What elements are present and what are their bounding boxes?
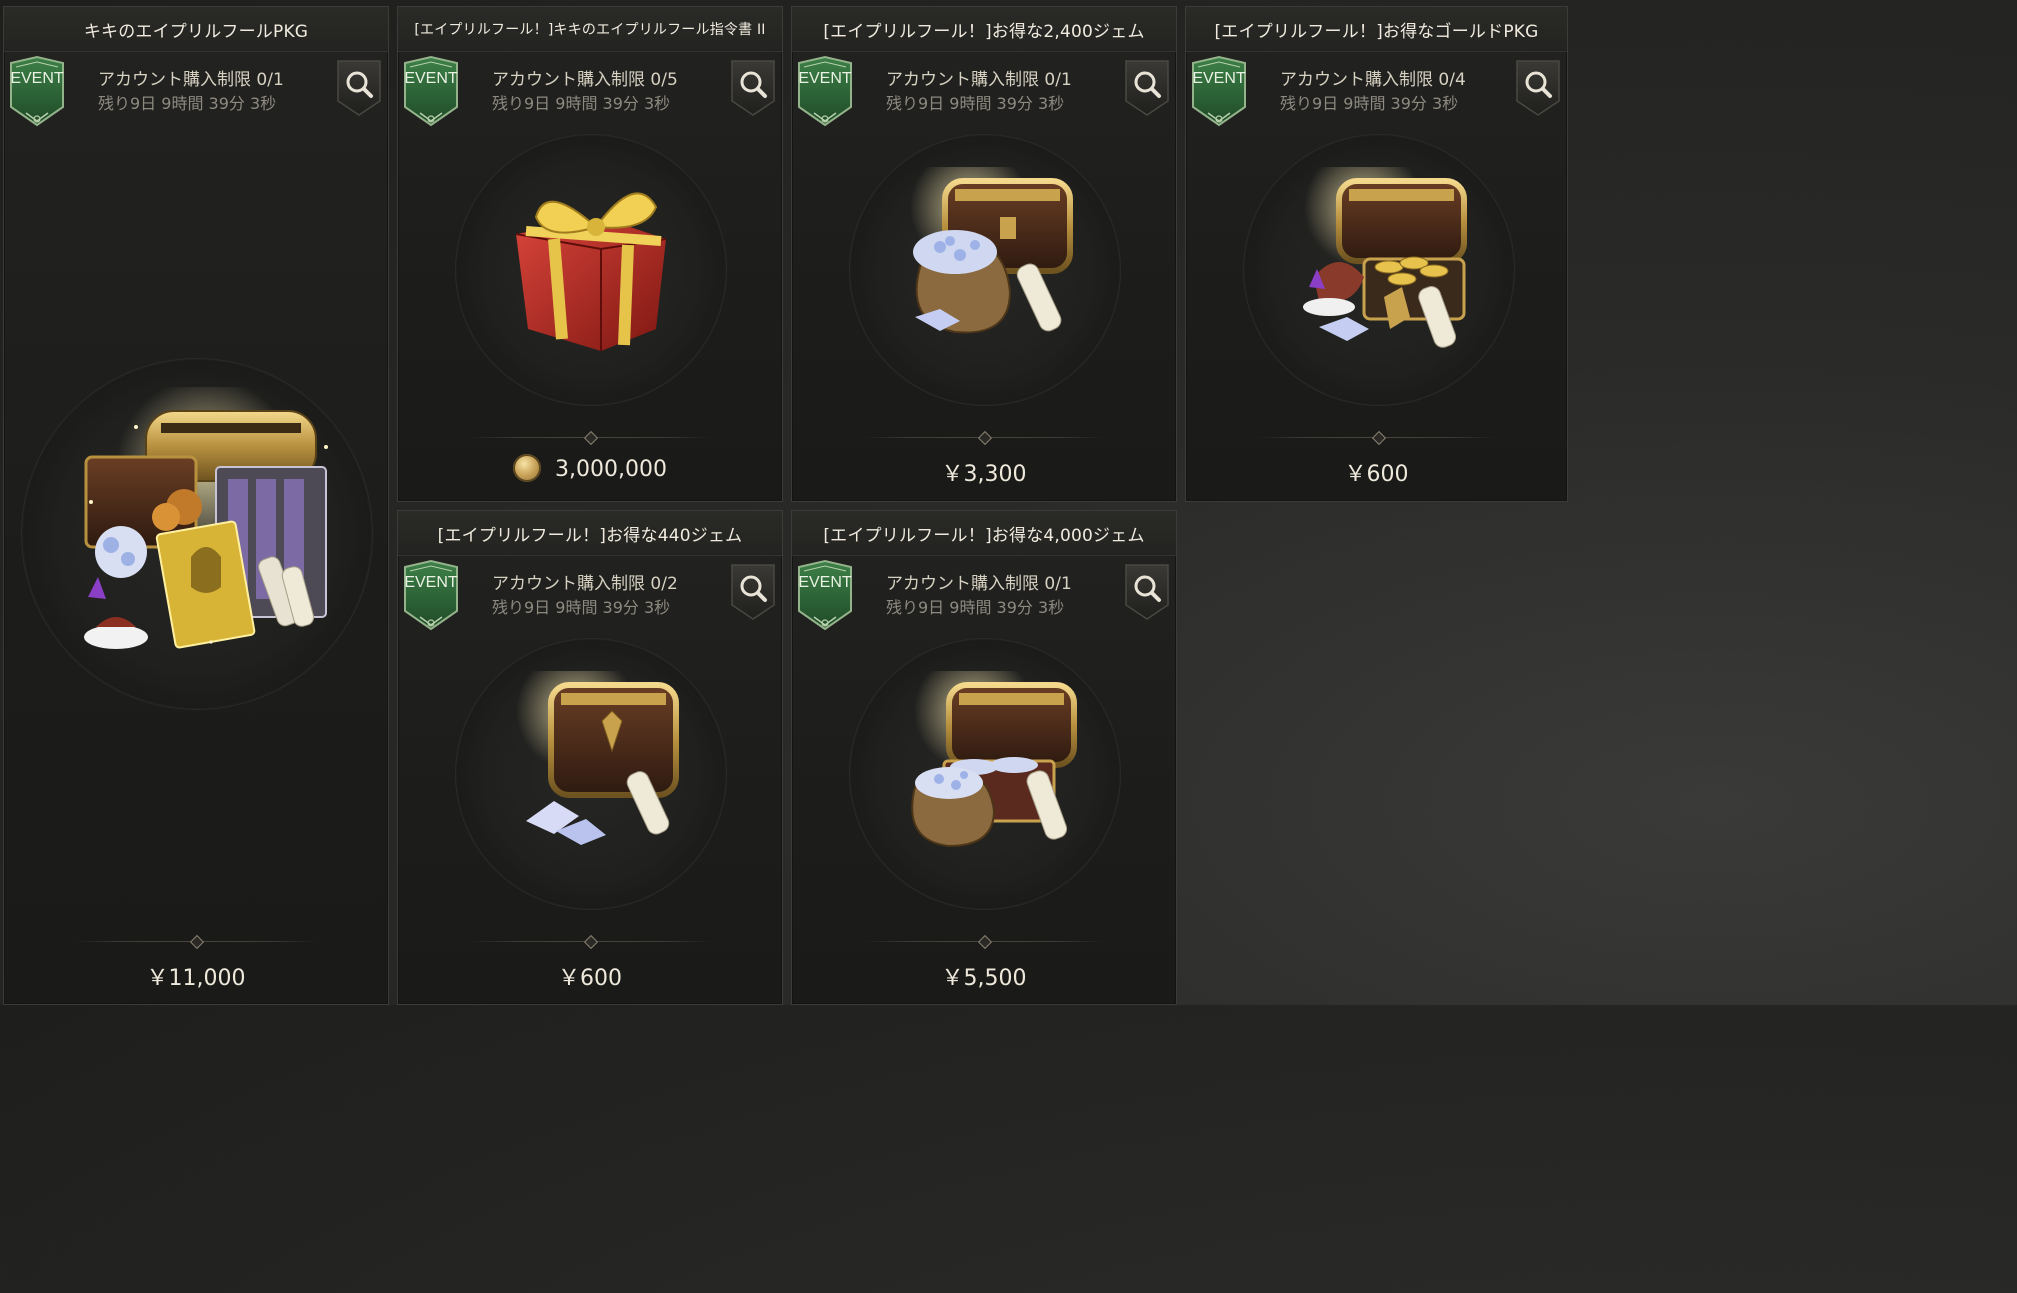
event-badge-label: EVENT (798, 70, 852, 87)
remaining-time: 残り9日 9時間 39分 3秒 (886, 94, 1065, 113)
event-badge (796, 559, 854, 635)
product-title: [エイプリルフール！]お得なゴールドPKG (1186, 7, 1567, 52)
price-label: ￥5,500 (941, 966, 1027, 991)
product-title: [エイプリルフール！]お得な440ジェム (398, 511, 782, 556)
product-title: [エイプリルフール！]キキのエイプリルフール指令書 II (398, 7, 782, 52)
purchase-limit: アカウント購入制限 0/1 (886, 574, 1072, 594)
divider-ornament (977, 934, 993, 950)
event-badge-label: EVENT (798, 574, 852, 591)
search-icon[interactable] (730, 563, 776, 621)
event-badge (1190, 55, 1248, 131)
gift-box-icon (515, 192, 667, 351)
remaining-time: 残り9日 9時間 39分 3秒 (1280, 94, 1459, 113)
price-label: 3,000,000 (398, 454, 782, 484)
treasure-chest-gems-icon (910, 167, 1073, 334)
purchase-limit: アカウント購入制限 0/2 (492, 574, 678, 594)
price-label: ￥600 (1344, 462, 1409, 487)
divider-ornament (1371, 430, 1387, 446)
treasure-chest-gems-icon (516, 671, 679, 845)
purchase-limit: アカウント購入制限 0/1 (886, 70, 1072, 90)
divider-ornament (583, 430, 599, 446)
purchase-limit: アカウント購入制限 0/5 (492, 70, 678, 90)
remaining-time: 残り9日 9時間 39分 3秒 (98, 94, 277, 113)
search-icon[interactable] (1124, 563, 1170, 621)
event-badge-label: EVENT (1192, 70, 1246, 87)
divider-ornament (189, 934, 205, 950)
treasure-chest-gold-icon (1303, 167, 1467, 348)
product-card[interactable]: [エイプリルフール！]お得な4,000ジェム EVENT アカウント購入制限 0… (791, 510, 1177, 1005)
gold-coin-icon (513, 454, 542, 482)
product-card[interactable]: [エイプリルフール！]お得なゴールドPKG EVENT アカウント購入制限 0/… (1185, 6, 1568, 502)
product-card[interactable]: [エイプリルフール！]お得な440ジェム EVENT アカウント購入制限 0/2… (397, 510, 783, 1005)
treasure-chest-gems-icon (911, 671, 1077, 848)
product-title: [エイプリルフール！]お得な2,400ジェム (792, 7, 1176, 52)
event-badge (402, 55, 460, 131)
remaining-time: 残り9日 9時間 39分 3秒 (492, 598, 671, 617)
divider-ornament (977, 430, 993, 446)
product-card[interactable]: [エイプリルフール！]お得な2,400ジェム EVENT アカウント購入制限 0… (791, 6, 1177, 502)
purchase-limit: アカウント購入制限 0/4 (1280, 70, 1466, 90)
price-label: ￥11,000 (146, 966, 246, 991)
purchase-limit: アカウント購入制限 0/1 (98, 70, 284, 90)
divider-ornament (583, 934, 599, 950)
price-label: ￥600 (558, 966, 622, 991)
price-value: 3,000,000 (555, 457, 667, 482)
remaining-time: 残り9日 9時間 39分 3秒 (492, 94, 671, 113)
event-badge (8, 55, 66, 131)
event-badge-label: EVENT (404, 574, 458, 591)
search-icon[interactable] (336, 59, 382, 117)
package-bundle-icon (84, 387, 328, 649)
search-icon[interactable] (1515, 59, 1561, 117)
remaining-time: 残り9日 9時間 39分 3秒 (886, 598, 1065, 617)
event-badge (796, 55, 854, 131)
search-icon[interactable] (730, 59, 776, 117)
product-title: [エイプリルフール！]お得な4,000ジェム (792, 511, 1176, 556)
event-badge-label: EVENT (404, 70, 458, 87)
price-label: ￥3,300 (941, 462, 1027, 487)
product-card[interactable]: キキのエイプリルフールPKG EVENT アカウント購入制限 0/1 残り9日 … (3, 6, 389, 1005)
event-badge-label: EVENT (10, 70, 64, 87)
event-badge (402, 559, 460, 635)
product-title: キキのエイプリルフールPKG (4, 7, 388, 52)
search-icon[interactable] (1124, 59, 1170, 117)
product-card[interactable]: [エイプリルフール！]キキのエイプリルフール指令書 II EVENT アカウント… (397, 6, 783, 502)
